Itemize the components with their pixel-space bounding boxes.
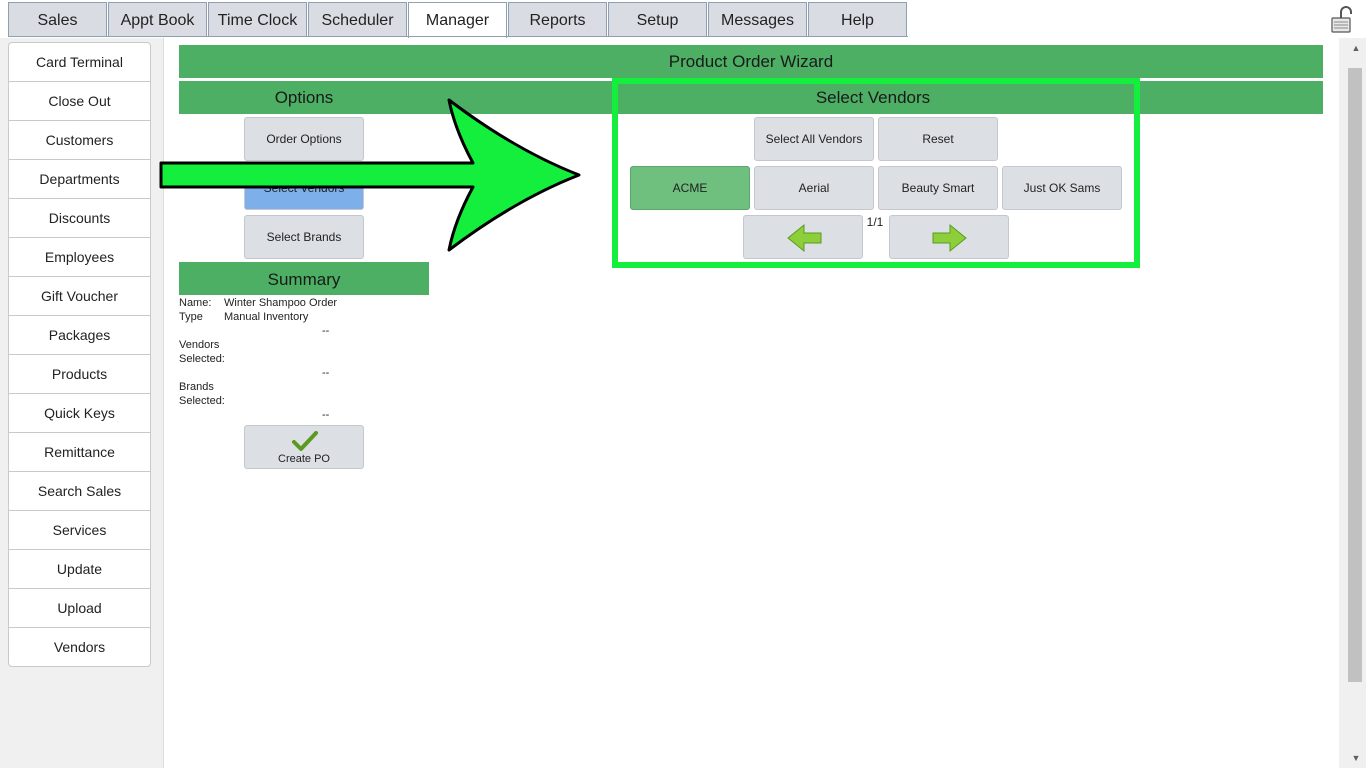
tab-appt-book[interactable]: Appt Book	[108, 2, 207, 36]
create-po-label: Create PO	[278, 453, 330, 465]
summary-vendors-label-2: Selected:	[179, 353, 225, 365]
summary-name-value: Winter Shampoo Order	[224, 297, 338, 309]
sidebar-item-upload[interactable]: Upload	[9, 589, 150, 628]
sidebar-item-packages[interactable]: Packages	[9, 316, 150, 355]
summary-type-label: Type	[179, 311, 203, 323]
tab-divider	[8, 36, 908, 37]
tab-messages[interactable]: Messages	[708, 2, 807, 36]
tab-scheduler[interactable]: Scheduler	[308, 2, 407, 36]
sidebar-item-close-out[interactable]: Close Out	[9, 82, 150, 121]
summary-brands-label-2: Selected:	[179, 395, 225, 407]
sidebar-item-vendors[interactable]: Vendors	[9, 628, 150, 667]
annotation-arrow-icon	[159, 98, 581, 252]
summary-brands-label: Brands	[179, 381, 214, 393]
tab-help[interactable]: Help	[808, 2, 907, 36]
sidebar-item-discounts[interactable]: Discounts	[9, 199, 150, 238]
tab-setup[interactable]: Setup	[608, 2, 707, 36]
create-po-button[interactable]: Create PO	[244, 425, 364, 469]
sidebar-item-employees[interactable]: Employees	[9, 238, 150, 277]
sidebar-item-search-sales[interactable]: Search Sales	[9, 472, 150, 511]
sidebar-item-card-terminal[interactable]: Card Terminal	[9, 43, 150, 82]
summary-vendors-label: Vendors	[179, 339, 220, 351]
wizard-title: Product Order Wizard	[179, 45, 1323, 78]
lock-icon[interactable]	[1329, 4, 1359, 34]
sidebar-item-remittance[interactable]: Remittance	[9, 433, 150, 472]
sidebar-item-departments[interactable]: Departments	[9, 160, 150, 199]
summary-header: Summary	[179, 262, 429, 295]
summary-vendors-value: --	[322, 367, 330, 379]
top-tab-bar: Sales Appt Book Time Clock Scheduler Man…	[0, 0, 1366, 38]
sidebar-item-gift-voucher[interactable]: Gift Voucher	[9, 277, 150, 316]
vendors-highlight-box	[612, 78, 1140, 268]
tab-manager[interactable]: Manager	[408, 2, 507, 38]
summary-name-label: Name:	[179, 297, 212, 309]
scrollbar-thumb[interactable]	[1348, 68, 1362, 682]
scroll-down-icon[interactable]: ▼	[1346, 750, 1366, 766]
tab-reports[interactable]: Reports	[508, 2, 607, 36]
summary-brands-value: --	[322, 409, 330, 421]
tab-time-clock[interactable]: Time Clock	[208, 2, 307, 36]
tab-sales[interactable]: Sales	[8, 2, 107, 36]
sidebar-item-update[interactable]: Update	[9, 550, 150, 589]
sidebar-item-customers[interactable]: Customers	[9, 121, 150, 160]
sidebar: Card Terminal Close Out Customers Depart…	[8, 42, 151, 667]
sidebar-item-products[interactable]: Products	[9, 355, 150, 394]
scroll-up-icon[interactable]: ▲	[1346, 40, 1366, 56]
checkmark-icon	[292, 431, 318, 451]
summary-dash: --	[322, 325, 330, 337]
summary-type-value: Manual Inventory	[224, 311, 309, 323]
sidebar-item-services[interactable]: Services	[9, 511, 150, 550]
sidebar-item-quick-keys[interactable]: Quick Keys	[9, 394, 150, 433]
